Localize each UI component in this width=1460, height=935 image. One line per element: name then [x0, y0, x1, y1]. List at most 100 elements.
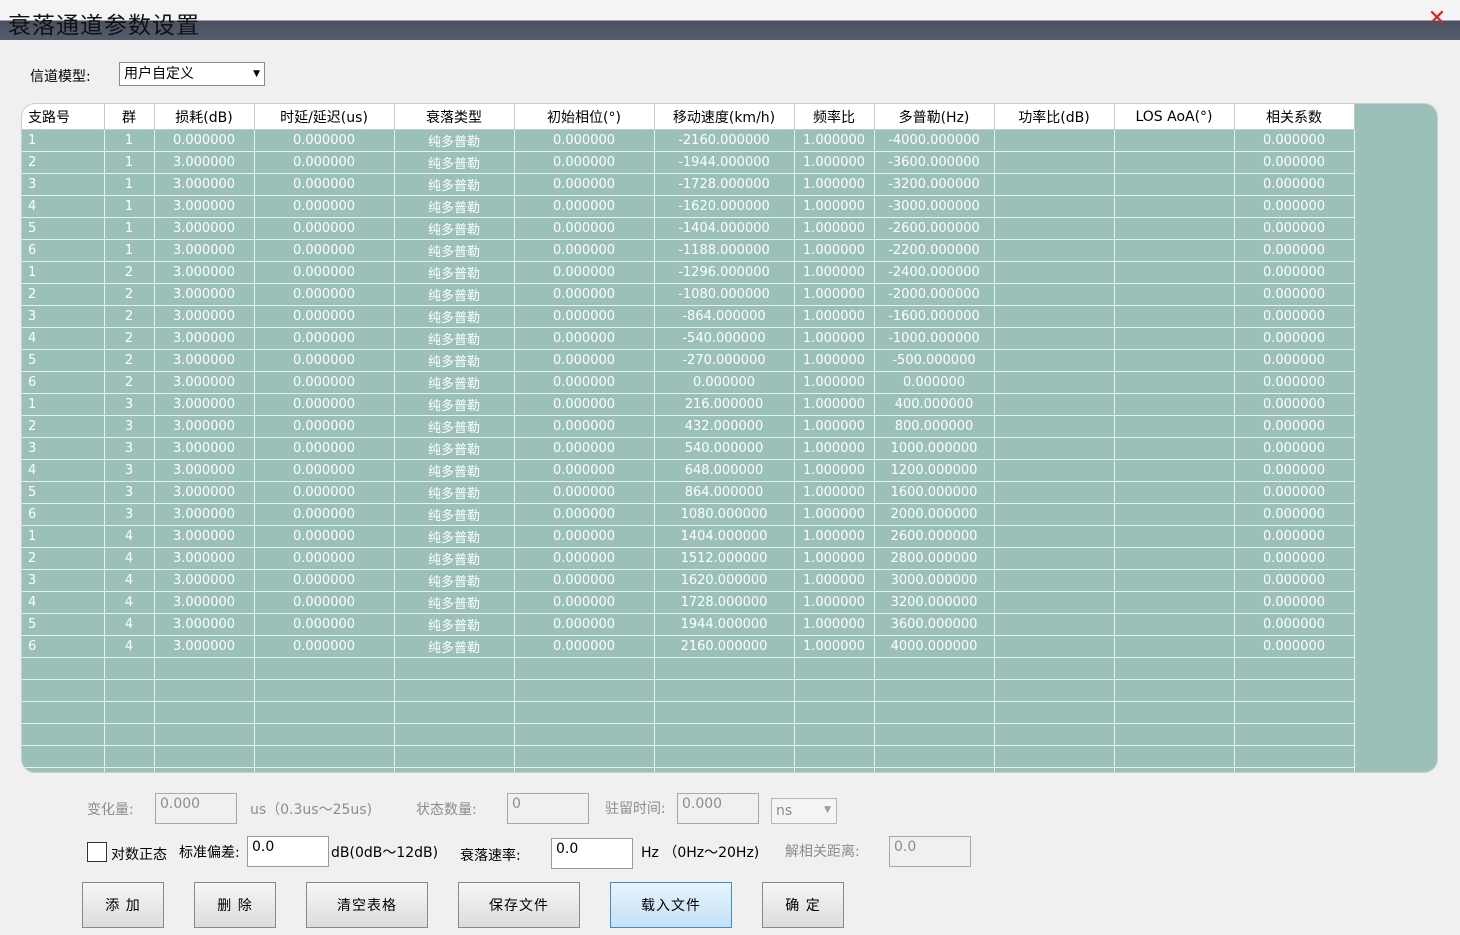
table-cell[interactable]: 0.000000	[1234, 261, 1355, 284]
table-cell[interactable]	[654, 723, 795, 746]
table-cell[interactable]: 6	[22, 635, 105, 658]
table-cell[interactable]: 800.000000	[874, 415, 995, 438]
table-cell[interactable]: 0.000000	[514, 261, 655, 284]
variation-field[interactable]: 0.000	[155, 793, 237, 824]
table-cell[interactable]	[1234, 723, 1355, 746]
table-row[interactable]: 5 4 3.000000 0.000000 纯多普勒 0.000000 1944.00000…	[22, 613, 1355, 636]
table-row[interactable]: 6 3 3.000000 0.000000 纯多普勒 0.000000 1080.00000…	[22, 503, 1355, 526]
table-cell[interactable]: 2	[104, 283, 155, 306]
table-cell[interactable]: 1.000000	[794, 217, 875, 240]
table-cell[interactable]: 0.000000	[874, 371, 995, 394]
table-cell[interactable]: 2600.000000	[874, 525, 995, 548]
table-cell[interactable]: -3600.000000	[874, 151, 995, 174]
table-cell[interactable]	[994, 547, 1115, 570]
table-cell[interactable]	[1114, 217, 1235, 240]
table-cell[interactable]: 3.000000	[154, 393, 255, 416]
table-cell[interactable]: 2	[104, 327, 155, 350]
table-cell[interactable]: 6	[22, 371, 105, 394]
fading-rate-field[interactable]: 0.0	[551, 838, 633, 869]
table-cell[interactable]: 0.000000	[1234, 569, 1355, 592]
table-cell[interactable]: -1188.000000	[654, 239, 795, 262]
table-cell[interactable]: 纯多普勒	[394, 129, 515, 152]
table-cell[interactable]: 3.000000	[154, 569, 255, 592]
table-cell[interactable]: 0.000000	[254, 305, 395, 328]
table-cell[interactable]: 3000.000000	[874, 569, 995, 592]
table-cell[interactable]: 400.000000	[874, 393, 995, 416]
table-row[interactable]: 5 1 3.000000 0.000000 纯多普勒 0.000000 -1404.0000…	[22, 217, 1355, 240]
table-cell[interactable]: 4	[22, 327, 105, 350]
table-cell[interactable]: 1.000000	[794, 371, 875, 394]
table-cell[interactable]: 4	[104, 635, 155, 658]
table-cell[interactable]: 纯多普勒	[394, 151, 515, 174]
table-cell[interactable]: 3	[22, 173, 105, 196]
table-cell[interactable]: 3.000000	[154, 547, 255, 570]
table-row[interactable]: 2 1 3.000000 0.000000 纯多普勒 0.000000 -1944.0000…	[22, 151, 1355, 174]
ok-button[interactable]: 确 定	[762, 882, 844, 928]
table-cell[interactable]: 0.000000	[514, 371, 655, 394]
table-cell[interactable]: 3.000000	[154, 239, 255, 262]
add-button[interactable]: 添 加	[82, 882, 164, 928]
table-cell[interactable]: 6	[22, 239, 105, 262]
table-row[interactable]: 4 3 3.000000 0.000000 纯多普勒 0.000000 648.000000…	[22, 459, 1355, 482]
table-cell[interactable]: 0.000000	[254, 635, 395, 658]
table-cell[interactable]	[1114, 481, 1235, 504]
table-cell[interactable]: 3.000000	[154, 151, 255, 174]
table-cell[interactable]	[254, 723, 395, 746]
table-cell[interactable]: 纯多普勒	[394, 437, 515, 460]
table-cell[interactable]: 4	[22, 195, 105, 218]
table-cell[interactable]: 纯多普勒	[394, 283, 515, 306]
table-cell[interactable]: -1404.000000	[654, 217, 795, 240]
table-cell[interactable]	[654, 745, 795, 768]
empty-table-row[interactable]	[22, 723, 1355, 746]
table-cell[interactable]: 0.000000	[1234, 503, 1355, 526]
table-cell[interactable]	[794, 745, 875, 768]
table-cell[interactable]	[104, 701, 155, 724]
table-cell[interactable]	[994, 657, 1115, 680]
table-cell[interactable]: 0.000000	[1234, 349, 1355, 372]
table-cell[interactable]: 3.000000	[154, 217, 255, 240]
table-cell[interactable]	[104, 679, 155, 702]
table-cell[interactable]	[1114, 437, 1235, 460]
table-cell[interactable]: -2400.000000	[874, 261, 995, 284]
table-cell[interactable]: 1.000000	[794, 481, 875, 504]
table-cell[interactable]: -3200.000000	[874, 173, 995, 196]
table-cell[interactable]: 3.000000	[154, 371, 255, 394]
table-cell[interactable]: 0.000000	[514, 635, 655, 658]
table-cell[interactable]: 1.000000	[794, 239, 875, 262]
table-cell[interactable]: 0.000000	[254, 613, 395, 636]
table-cell[interactable]: 3.000000	[154, 591, 255, 614]
table-cell[interactable]	[154, 701, 255, 724]
table-cell[interactable]: 纯多普勒	[394, 261, 515, 284]
table-cell[interactable]: 4	[104, 591, 155, 614]
table-cell[interactable]	[994, 701, 1115, 724]
table-cell[interactable]: 0.000000	[514, 217, 655, 240]
table-cell[interactable]	[22, 767, 105, 772]
table-cell[interactable]: -540.000000	[654, 327, 795, 350]
table-cell[interactable]: 1	[22, 393, 105, 416]
empty-table-row[interactable]	[22, 701, 1355, 724]
table-cell[interactable]: 0.000000	[1234, 591, 1355, 614]
table-cell[interactable]: 648.000000	[654, 459, 795, 482]
table-cell[interactable]	[1234, 745, 1355, 768]
table-cell[interactable]: 0.000000	[1234, 217, 1355, 240]
table-cell[interactable]: 1000.000000	[874, 437, 995, 460]
table-cell[interactable]: 1.000000	[794, 129, 875, 152]
table-cell[interactable]: 3.000000	[154, 459, 255, 482]
table-cell[interactable]: 纯多普勒	[394, 173, 515, 196]
table-cell[interactable]: 0.000000	[1234, 393, 1355, 416]
table-row[interactable]: 3 2 3.000000 0.000000 纯多普勒 0.000000 -864.00000…	[22, 305, 1355, 328]
table-cell[interactable]: 1.000000	[794, 459, 875, 482]
table-cell[interactable]: 3.000000	[154, 437, 255, 460]
table-cell[interactable]: 3	[104, 459, 155, 482]
table-cell[interactable]	[794, 657, 875, 680]
table-cell[interactable]	[1114, 349, 1235, 372]
table-cell[interactable]: 1.000000	[794, 503, 875, 526]
delete-button[interactable]: 删 除	[194, 882, 276, 928]
table-cell[interactable]	[1234, 767, 1355, 772]
table-cell[interactable]: 0.000000	[514, 151, 655, 174]
table-cell[interactable]: -1620.000000	[654, 195, 795, 218]
table-cell[interactable]	[1114, 657, 1235, 680]
table-cell[interactable]	[1114, 679, 1235, 702]
table-cell[interactable]	[394, 701, 515, 724]
table-cell[interactable]	[514, 701, 655, 724]
